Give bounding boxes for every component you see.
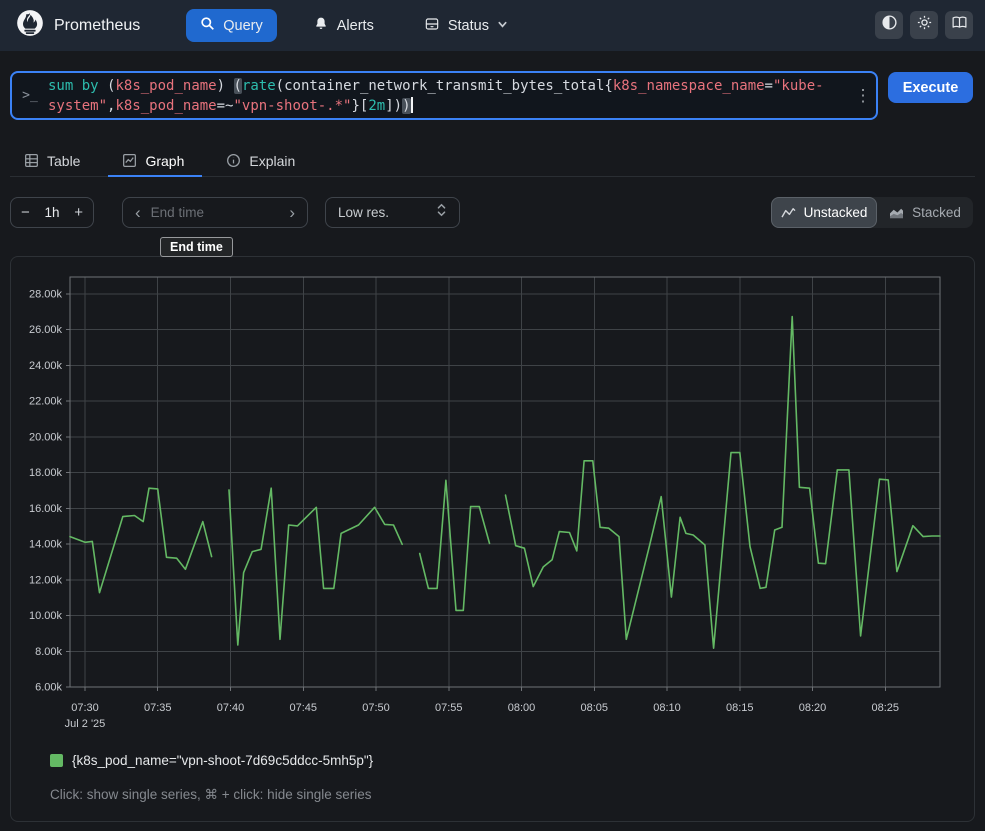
svg-text:Jul 2 '25: Jul 2 '25 [65,718,106,730]
prometheus-brand[interactable]: Prometheus [16,9,140,42]
svg-text:08:20: 08:20 [799,702,827,714]
graph-canvas[interactable]: 6.00k 8.00k 10.00k 12.00k 14.00k 16.00k 18.00k… [10,262,965,742]
half-circle-icon [881,14,898,36]
nav-item-status-label: Status [448,18,489,34]
prometheus-logo-icon [16,9,44,42]
svg-text:12.00k: 12.00k [29,574,63,586]
terminal-prompt-icon: >_ [12,73,48,118]
svg-text:07:30: 07:30 [71,702,99,714]
table-icon [24,153,39,168]
nav-item-alerts[interactable]: Alerts [299,9,388,43]
result-tabs: Table Graph Explain [10,145,975,177]
unstacked-label: Unstacked [804,205,868,220]
query-expression-text[interactable]: sum by (k8s_pod_name) (rate(container_ne… [48,73,850,118]
tab-graph-label: Graph [145,153,184,169]
legend-help-note: Click: show single series, ⌘ + click: hi… [50,787,372,803]
svg-text:07:50: 07:50 [362,702,390,714]
tab-explain[interactable]: Explain [212,145,313,176]
tab-graph[interactable]: Graph [108,145,202,176]
select-chevrons-icon [436,203,447,222]
stacking-toggle: Unstacked Stacked [771,197,973,228]
legend-color-swatch [50,754,63,767]
stacked-label: Stacked [912,205,961,220]
svg-text:08:25: 08:25 [872,702,900,714]
docs-button[interactable] [945,11,973,39]
svg-text:16.00k: 16.00k [29,503,63,515]
navbar: Prometheus Query Alerts [0,0,985,51]
svg-text:22.00k: 22.00k [29,396,63,408]
theme-toggle-button[interactable] [875,11,903,39]
range-decrease-button[interactable]: − [21,205,30,220]
svg-text:07:55: 07:55 [435,702,463,714]
svg-text:6.00k: 6.00k [35,682,62,694]
settings-button[interactable] [910,11,938,39]
query-options-kebab-menu[interactable]: ⋮ [850,73,876,118]
chevron-down-icon [497,18,508,34]
book-icon [951,14,968,36]
gear-icon [916,14,933,36]
tab-explain-label: Explain [249,153,295,169]
svg-text:18.00k: 18.00k [29,467,63,479]
svg-text:08:10: 08:10 [653,702,681,714]
svg-text:24.00k: 24.00k [29,360,63,372]
stacked-button[interactable]: Stacked [877,205,973,220]
svg-text:07:35: 07:35 [144,702,172,714]
tab-table[interactable]: Table [10,145,98,176]
execute-button[interactable]: Execute [888,72,973,103]
tab-table-label: Table [47,153,80,169]
svg-text:20.00k: 20.00k [29,431,63,443]
svg-text:10.00k: 10.00k [29,610,63,622]
svg-text:08:05: 08:05 [581,702,609,714]
svg-text:08:00: 08:00 [508,702,536,714]
nav-item-status[interactable]: Status [410,9,522,43]
svg-text:07:45: 07:45 [289,702,317,714]
end-time-tooltip: End time [160,237,233,257]
svg-text:8.00k: 8.00k [35,646,62,658]
brand-name: Prometheus [54,17,140,35]
bell-icon [313,16,329,36]
info-icon [226,153,241,168]
end-time-placeholder[interactable]: End time [151,205,290,220]
nav-item-query-label: Query [223,18,263,34]
graph-icon [122,153,137,168]
svg-text:28.00k: 28.00k [29,288,63,300]
unstacked-button[interactable]: Unstacked [771,197,877,228]
nav-item-alerts-label: Alerts [337,18,374,34]
legend-series-label: {k8s_pod_name="vpn-shoot-7d69c5ddcc-5mh5… [72,753,373,768]
query-expression-input[interactable]: >_ sum by (k8s_pod_name) (rate(container… [10,71,878,120]
range-value[interactable]: 1h [44,205,59,220]
server-icon [424,16,440,36]
svg-text:07:40: 07:40 [217,702,245,714]
svg-text:14.00k: 14.00k [29,539,63,551]
end-time-picker[interactable]: ‹ End time › [122,197,308,228]
nav-item-query[interactable]: Query [186,9,277,42]
svg-text:26.00k: 26.00k [29,324,63,336]
line-chart-icon [781,206,796,219]
search-icon [200,16,215,35]
range-increase-button[interactable]: + [74,205,83,220]
resolution-select[interactable]: Low res. [325,197,460,228]
range-selector: − 1h + [10,197,94,228]
legend-series-item[interactable]: {k8s_pod_name="vpn-shoot-7d69c5ddcc-5mh5… [50,753,373,768]
previous-time-chevron[interactable]: ‹ [135,204,141,221]
stacked-area-icon [889,206,904,219]
svg-text:08:15: 08:15 [726,702,754,714]
resolution-value: Low res. [338,205,389,220]
next-time-chevron[interactable]: › [289,204,295,221]
